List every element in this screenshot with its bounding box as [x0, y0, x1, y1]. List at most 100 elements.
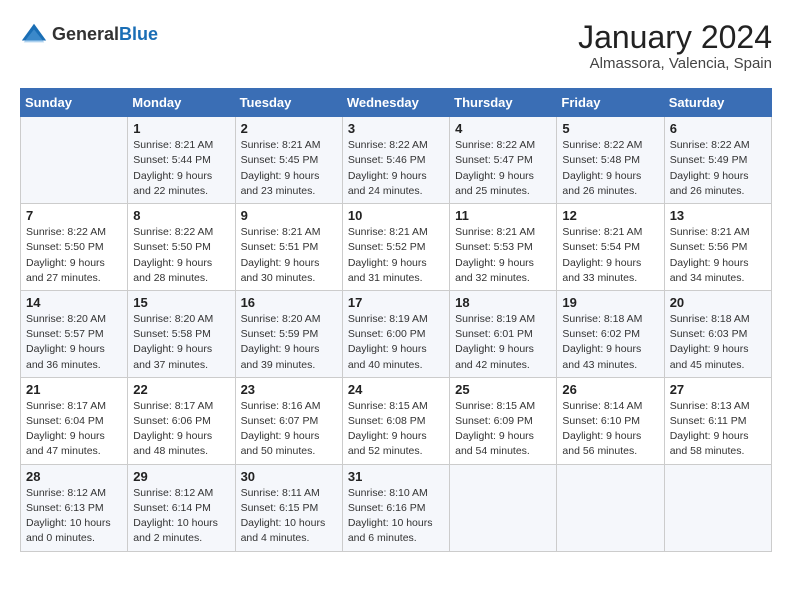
weekday-header-tuesday: Tuesday [235, 89, 342, 117]
day-number: 19 [562, 295, 658, 310]
day-number: 20 [670, 295, 766, 310]
weekday-header-thursday: Thursday [450, 89, 557, 117]
weekday-header-saturday: Saturday [664, 89, 771, 117]
day-number: 22 [133, 382, 229, 397]
calendar-week-row: 28Sunrise: 8:12 AMSunset: 6:13 PMDayligh… [21, 464, 772, 551]
day-info: Sunrise: 8:22 AMSunset: 5:50 PMDaylight:… [26, 225, 122, 286]
calendar-header: SundayMondayTuesdayWednesdayThursdayFrid… [21, 89, 772, 117]
day-number: 6 [670, 121, 766, 136]
day-info: Sunrise: 8:21 AMSunset: 5:44 PMDaylight:… [133, 138, 229, 199]
calendar-cell: 17Sunrise: 8:19 AMSunset: 6:00 PMDayligh… [342, 290, 449, 377]
calendar-week-row: 1 Sunrise: 8:21 AMSunset: 5:44 PMDaylight… [21, 117, 772, 204]
day-number: 30 [241, 469, 337, 484]
calendar-cell: 12 Sunrise: 8:21 AMSunset: 5:54 PMDayligh… [557, 204, 664, 291]
calendar-cell: 22 Sunrise: 8:17 AMSunset: 6:06 PMDayligh… [128, 377, 235, 464]
day-info: Sunrise: 8:20 AMSunset: 5:58 PMDaylight:… [133, 312, 229, 373]
calendar-week-row: 21 Sunrise: 8:17 AMSunset: 6:04 PMDayligh… [21, 377, 772, 464]
logo-icon [20, 20, 48, 48]
calendar-cell: 24 Sunrise: 8:15 AMSunset: 6:08 PMDayligh… [342, 377, 449, 464]
calendar-cell [664, 464, 771, 551]
day-number: 3 [348, 121, 444, 136]
location-subtitle: Almassora, Valencia, Spain [578, 55, 772, 72]
logo-text-general: General [52, 24, 119, 44]
day-info: Sunrise: 8:15 AMSunset: 6:08 PMDaylight:… [348, 399, 444, 460]
calendar-cell: 14Sunrise: 8:20 AMSunset: 5:57 PMDayligh… [21, 290, 128, 377]
calendar-cell: 4 Sunrise: 8:22 AMSunset: 5:47 PMDaylight… [450, 117, 557, 204]
day-info: Sunrise: 8:22 AMSunset: 5:48 PMDaylight:… [562, 138, 658, 199]
day-info: Sunrise: 8:17 AMSunset: 6:06 PMDaylight:… [133, 399, 229, 460]
day-number: 15 [133, 295, 229, 310]
calendar-cell: 5 Sunrise: 8:22 AMSunset: 5:48 PMDaylight… [557, 117, 664, 204]
calendar-cell: 8Sunrise: 8:22 AMSunset: 5:50 PMDaylight… [128, 204, 235, 291]
day-info: Sunrise: 8:22 AMSunset: 5:50 PMDaylight:… [133, 225, 229, 286]
day-info: Sunrise: 8:22 AMSunset: 5:49 PMDaylight:… [670, 138, 766, 199]
page-header: GeneralBlue January 2024 Almassora, Vale… [20, 20, 772, 72]
day-info: Sunrise: 8:15 AMSunset: 6:09 PMDaylight:… [455, 399, 551, 460]
day-info: Sunrise: 8:21 AMSunset: 5:54 PMDaylight:… [562, 225, 658, 286]
day-info: Sunrise: 8:12 AMSunset: 6:14 PMDaylight:… [133, 486, 229, 547]
day-number: 31 [348, 469, 444, 484]
calendar-cell: 25 Sunrise: 8:15 AMSunset: 6:09 PMDayligh… [450, 377, 557, 464]
day-info: Sunrise: 8:12 AMSunset: 6:13 PMDaylight:… [26, 486, 122, 547]
title-block: January 2024 Almassora, Valencia, Spain [578, 20, 772, 72]
calendar-cell: 30Sunrise: 8:11 AMSunset: 6:15 PMDayligh… [235, 464, 342, 551]
day-info: Sunrise: 8:22 AMSunset: 5:47 PMDaylight:… [455, 138, 551, 199]
calendar-cell: 23 Sunrise: 8:16 AMSunset: 6:07 PMDayligh… [235, 377, 342, 464]
calendar-table: SundayMondayTuesdayWednesdayThursdayFrid… [20, 88, 772, 551]
calendar-week-row: 7 Sunrise: 8:22 AMSunset: 5:50 PMDaylight… [21, 204, 772, 291]
day-number: 29 [133, 469, 229, 484]
calendar-cell: 21 Sunrise: 8:17 AMSunset: 6:04 PMDayligh… [21, 377, 128, 464]
calendar-cell: 26Sunrise: 8:14 AMSunset: 6:10 PMDayligh… [557, 377, 664, 464]
calendar-cell: 15 Sunrise: 8:20 AMSunset: 5:58 PMDayligh… [128, 290, 235, 377]
day-number: 13 [670, 208, 766, 223]
calendar-week-row: 14Sunrise: 8:20 AMSunset: 5:57 PMDayligh… [21, 290, 772, 377]
calendar-cell: 16 Sunrise: 8:20 AMSunset: 5:59 PMDayligh… [235, 290, 342, 377]
calendar-cell: 6 Sunrise: 8:22 AMSunset: 5:49 PMDaylight… [664, 117, 771, 204]
calendar-cell: 9Sunrise: 8:21 AMSunset: 5:51 PMDaylight… [235, 204, 342, 291]
calendar-cell: 2 Sunrise: 8:21 AMSunset: 5:45 PMDaylight… [235, 117, 342, 204]
calendar-cell: 1 Sunrise: 8:21 AMSunset: 5:44 PMDaylight… [128, 117, 235, 204]
calendar-cell: 11 Sunrise: 8:21 AMSunset: 5:53 PMDayligh… [450, 204, 557, 291]
day-number: 18 [455, 295, 551, 310]
day-info: Sunrise: 8:10 AMSunset: 6:16 PMDaylight:… [348, 486, 444, 547]
day-number: 1 [133, 121, 229, 136]
calendar-cell [21, 117, 128, 204]
day-info: Sunrise: 8:21 AMSunset: 5:45 PMDaylight:… [241, 138, 337, 199]
day-info: Sunrise: 8:21 AMSunset: 5:53 PMDaylight:… [455, 225, 551, 286]
day-number: 21 [26, 382, 122, 397]
day-number: 11 [455, 208, 551, 223]
day-info: Sunrise: 8:21 AMSunset: 5:56 PMDaylight:… [670, 225, 766, 286]
day-info: Sunrise: 8:20 AMSunset: 5:59 PMDaylight:… [241, 312, 337, 373]
weekday-header-friday: Friday [557, 89, 664, 117]
day-number: 25 [455, 382, 551, 397]
day-number: 2 [241, 121, 337, 136]
calendar-cell: 20 Sunrise: 8:18 AMSunset: 6:03 PMDayligh… [664, 290, 771, 377]
day-number: 4 [455, 121, 551, 136]
calendar-cell: 28Sunrise: 8:12 AMSunset: 6:13 PMDayligh… [21, 464, 128, 551]
calendar-cell: 29 Sunrise: 8:12 AMSunset: 6:14 PMDayligh… [128, 464, 235, 551]
calendar-cell: 10Sunrise: 8:21 AMSunset: 5:52 PMDayligh… [342, 204, 449, 291]
day-info: Sunrise: 8:17 AMSunset: 6:04 PMDaylight:… [26, 399, 122, 460]
weekday-header-sunday: Sunday [21, 89, 128, 117]
day-number: 23 [241, 382, 337, 397]
day-info: Sunrise: 8:18 AMSunset: 6:02 PMDaylight:… [562, 312, 658, 373]
day-number: 9 [241, 208, 337, 223]
day-info: Sunrise: 8:20 AMSunset: 5:57 PMDaylight:… [26, 312, 122, 373]
day-info: Sunrise: 8:14 AMSunset: 6:10 PMDaylight:… [562, 399, 658, 460]
calendar-cell: 31 Sunrise: 8:10 AMSunset: 6:16 PMDayligh… [342, 464, 449, 551]
day-number: 16 [241, 295, 337, 310]
day-number: 7 [26, 208, 122, 223]
day-number: 24 [348, 382, 444, 397]
day-info: Sunrise: 8:19 AMSunset: 6:01 PMDaylight:… [455, 312, 551, 373]
weekday-header-wednesday: Wednesday [342, 89, 449, 117]
logo-text-blue: Blue [119, 24, 158, 44]
day-info: Sunrise: 8:16 AMSunset: 6:07 PMDaylight:… [241, 399, 337, 460]
calendar-cell: 18 Sunrise: 8:19 AMSunset: 6:01 PMDayligh… [450, 290, 557, 377]
day-number: 5 [562, 121, 658, 136]
calendar-cell [450, 464, 557, 551]
day-number: 12 [562, 208, 658, 223]
day-info: Sunrise: 8:18 AMSunset: 6:03 PMDaylight:… [670, 312, 766, 373]
day-number: 27 [670, 382, 766, 397]
calendar-cell: 3Sunrise: 8:22 AMSunset: 5:46 PMDaylight… [342, 117, 449, 204]
day-info: Sunrise: 8:19 AMSunset: 6:00 PMDaylight:… [348, 312, 444, 373]
